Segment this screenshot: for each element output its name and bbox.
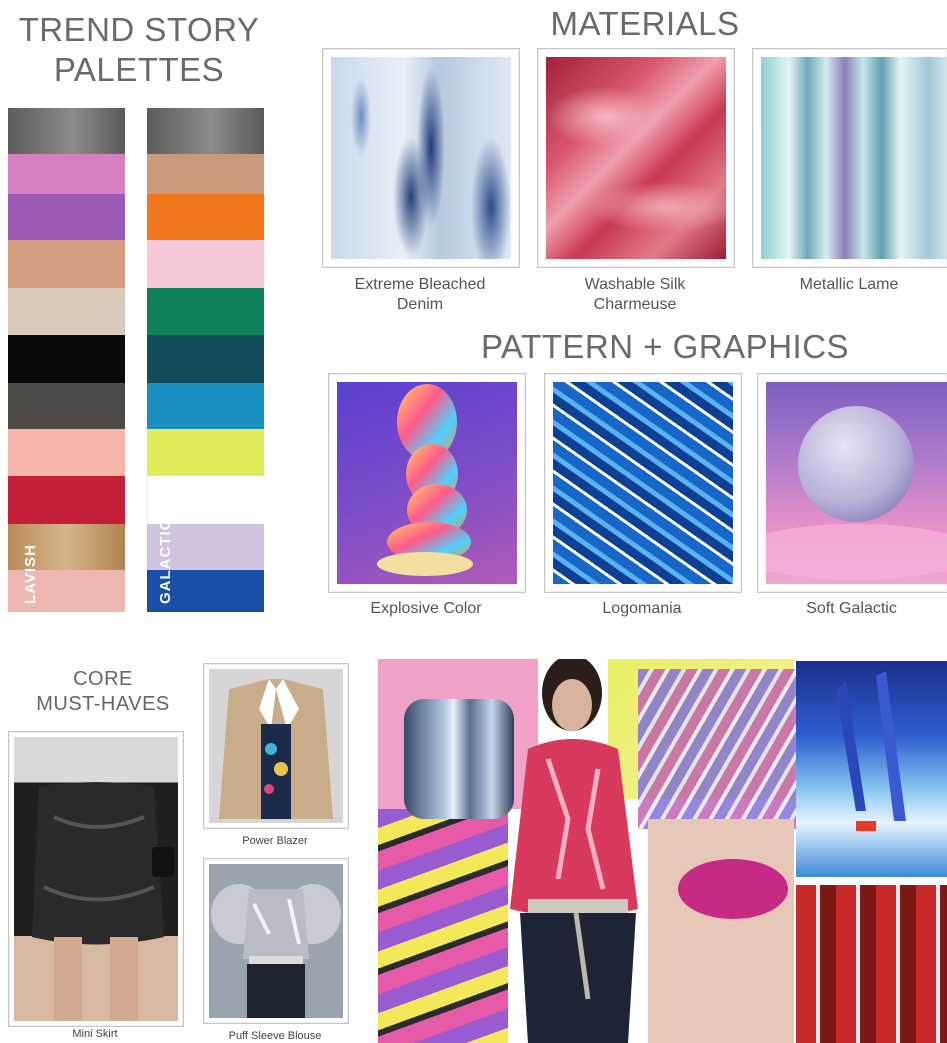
must-have-card-puff-sleeve-blouse[interactable] — [203, 858, 349, 1024]
galactica-swatch — [147, 429, 264, 476]
core-line1: CORE — [73, 668, 133, 690]
pattern-graphics-heading: PATTERN + GRAPHICS — [480, 328, 850, 365]
materials-heading: MATERIALS — [550, 5, 740, 42]
collage-beige-panel — [648, 819, 794, 1043]
lavish-swatch — [8, 476, 125, 524]
pattern-card-explosive-color[interactable] — [328, 373, 526, 593]
palette-lavish-label: LAVISH — [22, 544, 39, 604]
moon-sphere-icon — [766, 382, 947, 584]
denim-texture-icon — [331, 57, 511, 259]
galactica-swatch — [147, 194, 264, 240]
silk-texture-icon — [546, 57, 726, 259]
galactica-swatch — [147, 154, 264, 194]
material-card-metallic[interactable] — [752, 48, 947, 268]
galactica-swatch — [147, 108, 264, 154]
metallic-texture-icon — [761, 57, 947, 259]
palette-galactica: GALACTICA — [147, 108, 265, 612]
collage-red-building — [796, 885, 947, 1043]
power-blazer-photo-icon — [209, 669, 343, 823]
collage-feathers — [638, 669, 798, 829]
must-have-caption-puff-sleeve-blouse: Puff Sleeve Blouse — [228, 1030, 322, 1042]
pattern-caption-soft-galactic: Soft Galactic — [806, 600, 897, 617]
lavish-swatch — [8, 335, 125, 383]
lavish-swatch — [8, 288, 125, 335]
galactica-swatch — [147, 383, 264, 429]
palette-galactica-label: GALACTICA — [157, 506, 174, 604]
core-line2: MUST-HAVES — [36, 693, 170, 715]
lavish-swatch — [8, 194, 125, 240]
collage-magenta-chair — [678, 859, 788, 919]
trend-story-line2: PALETTES — [53, 51, 225, 88]
mini-skirt-photo-icon — [14, 737, 178, 1021]
collage-model — [488, 659, 658, 1043]
collage-blue-fantasy — [796, 661, 947, 877]
logo-print-icon — [553, 382, 733, 584]
lavish-swatch — [8, 154, 125, 194]
puff-sleeve-blouse-photo-icon — [209, 864, 343, 1018]
galactica-swatch — [147, 240, 264, 288]
pattern-caption-logomania: Logomania — [602, 600, 682, 617]
material-caption-metallic: Metallic Lame — [799, 276, 899, 293]
lavish-swatch — [8, 429, 125, 476]
core-must-haves-heading: CORE MUST-HAVES — [18, 667, 188, 717]
lavish-swatch — [8, 240, 125, 288]
palette-lavish: LAVISH — [8, 108, 125, 612]
trend-story-heading: TREND STORY PALETTES — [0, 10, 278, 90]
galactica-swatch — [147, 335, 264, 383]
material-caption-silk: Washable Silk Charmeuse — [584, 276, 686, 313]
trend-story-line1: TREND STORY — [18, 11, 260, 48]
must-have-card-power-blazer[interactable] — [203, 663, 349, 829]
material-caption-denim: Extreme Bleached Denim — [354, 276, 486, 313]
must-have-caption-power-blazer: Power Blazer — [242, 835, 308, 847]
must-have-caption-mini-skirt: Mini Skirt — [72, 1028, 118, 1040]
pattern-card-soft-galactic[interactable] — [757, 373, 947, 593]
must-have-card-mini-skirt[interactable] — [8, 731, 184, 1027]
stacked-ovals-art-icon — [337, 382, 517, 584]
pattern-caption-explosive-color: Explosive Color — [370, 600, 482, 617]
material-card-denim[interactable] — [322, 48, 520, 268]
lavish-swatch — [8, 383, 125, 429]
lavish-swatch — [8, 108, 125, 154]
material-card-silk[interactable] — [537, 48, 735, 268]
mood-collage — [378, 659, 947, 1043]
pattern-card-logomania[interactable] — [544, 373, 742, 593]
galactica-swatch — [147, 288, 264, 335]
